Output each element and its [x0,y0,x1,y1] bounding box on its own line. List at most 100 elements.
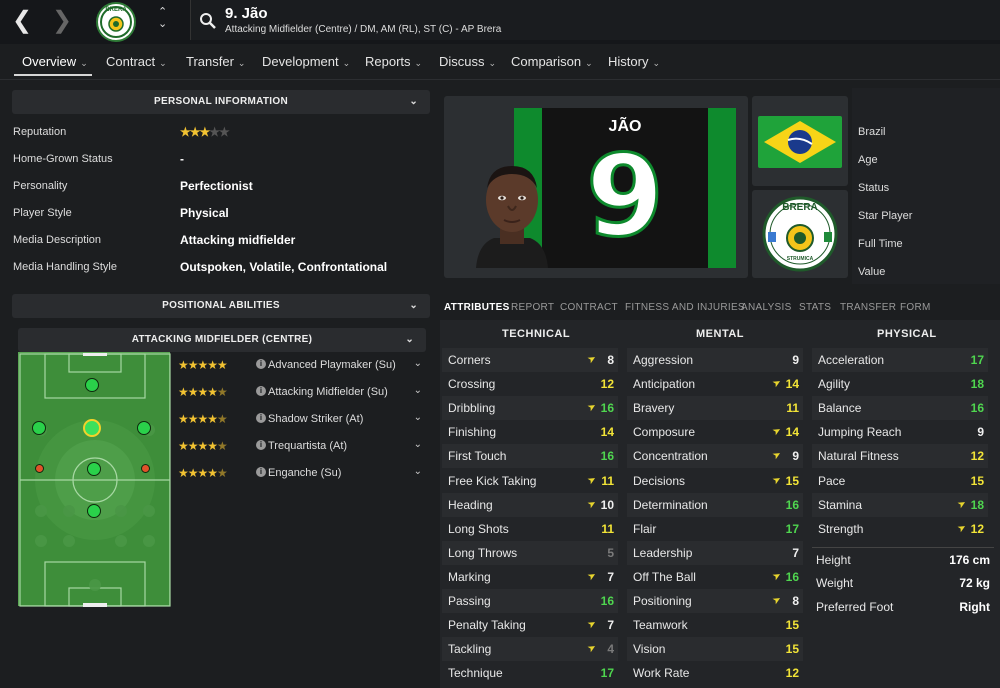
tab-transfer[interactable]: Transfer ⌄ [186,54,245,69]
role-row[interactable]: ★★★★★ i Advanced Playmaker (Su) ⌄ [176,353,426,379]
attribute-row[interactable]: Concentration ➤ 9 [627,444,803,469]
back-arrow-icon[interactable]: ❮ [12,8,32,34]
physical-detail-value: Right [959,600,990,614]
attribute-row[interactable]: Positioning ➤ 8 [627,589,803,613]
attribute-row[interactable]: Free Kick Taking ➤ 11 [442,469,618,493]
tab-history[interactable]: History ⌄ [608,54,660,69]
attribute-name: Agility [818,377,851,392]
attribute-row[interactable]: Flair 17 [627,517,803,541]
subtab-stats[interactable]: STATS [799,302,831,313]
attribute-row[interactable]: Decisions ➤ 15 [627,469,803,493]
subtab-transfer[interactable]: TRANSFER [840,302,896,313]
attribute-name: Decisions [633,473,686,488]
attribute-row[interactable]: First Touch 16 [442,444,618,469]
forward-arrow-icon[interactable]: ❯ [52,8,72,34]
attribute-value: 16 [785,569,799,584]
attribute-row[interactable]: Vision 15 [627,637,803,662]
attribute-row[interactable]: Determination 16 [627,492,803,517]
subtab-report[interactable]: REPORT [511,302,554,313]
subtab-analysis[interactable]: ANALYSIS [741,302,792,313]
info-icon[interactable]: i [256,386,266,396]
attribute-row[interactable]: Finishing 14 [442,420,618,444]
attribute-row[interactable]: Crossing 12 [442,372,618,396]
nationality-flag-panel[interactable] [752,96,848,186]
attribute-row[interactable]: Technique 17 [442,661,618,685]
info-icon[interactable]: i [256,440,266,450]
attribute-row[interactable]: Balance 16 [812,396,988,421]
chevron-down-icon[interactable]: ⌄ [414,412,422,423]
trend-arrow-icon: ➤ [585,400,599,415]
info-icon[interactable]: i [256,413,266,423]
attribute-name: Determination [633,497,708,512]
subtab-contract[interactable]: CONTRACT [560,302,618,313]
attribute-row[interactable]: Jumping Reach 9 [812,420,988,444]
info-row-personality: Personality Perfectionist [12,174,422,200]
tab-overview[interactable]: Overview ⌄ [22,54,88,69]
tab-reports[interactable]: Reports ⌄ [365,54,422,69]
chevron-down-icon[interactable]: ⌄ [409,90,418,114]
attribute-row[interactable]: Bravery 11 [627,396,803,421]
role-row[interactable]: ★★★★★ i Enganche (Su) ⌄ [176,461,426,487]
chevron-down-icon[interactable]: ⌄ [414,358,422,369]
role-row[interactable]: ★★★★★ i Shadow Striker (At) ⌄ [176,407,426,433]
tab-development[interactable]: Development ⌄ [262,54,350,69]
attribute-row[interactable]: Teamwork 15 [627,613,803,637]
role-row[interactable]: ★★★★★ i Trequartista (At) ⌄ [176,434,426,460]
attribute-value: 9 [792,449,799,464]
chevron-down-icon[interactable]: ⌄ [409,294,418,318]
attribute-row[interactable]: Tackling ➤ 4 [442,637,618,662]
attribute-row[interactable]: Natural Fitness 12 [812,444,988,469]
chevron-down-icon[interactable]: ⌄ [414,466,422,477]
up-down-icon[interactable]: ⌃ ⌄ [158,6,167,30]
top-bar: ❮ ❯ BRERA ⌃ ⌄ 9. Jão Attacking Midfielder… [0,0,1000,44]
club-badge-icon[interactable]: BRERA [96,2,136,42]
attribute-name: First Touch [448,449,507,464]
attribute-value: 10 [600,497,614,512]
attribute-row[interactable]: Penalty Taking ➤ 7 [442,613,618,637]
subtab-fitness[interactable]: FITNESS AND INJURIES [625,302,745,313]
attribute-row[interactable]: Long Shots 11 [442,517,618,541]
info-icon[interactable]: i [256,467,266,477]
attribute-row[interactable]: Off The Ball ➤ 16 [627,565,803,589]
attribute-value: 14 [600,425,614,440]
search-icon[interactable] [199,12,217,30]
attribute-row[interactable]: Marking ➤ 7 [442,565,618,589]
club-badge-panel[interactable]: BRERA STRUMICA [752,190,848,278]
chevron-down-icon[interactable]: ⌄ [414,439,422,450]
attribute-row[interactable]: Heading ➤ 10 [442,492,618,517]
attribute-row[interactable]: Aggression 9 [627,348,803,372]
attribute-row[interactable]: Agility 18 [812,372,988,396]
attribute-value: 18 [970,497,984,512]
attribute-name: Dribbling [448,401,496,416]
attribute-row[interactable]: Anticipation ➤ 14 [627,372,803,396]
chevron-down-icon[interactable]: ⌄ [414,385,422,396]
tab-label: Overview [22,54,77,69]
personal-info-header[interactable]: PERSONAL INFORMATION ⌄ [12,90,430,114]
role-row[interactable]: ★★★★★ i Attacking Midfielder (Su) ⌄ [176,380,426,406]
attribute-row[interactable]: Passing 16 [442,589,618,613]
attribute-row[interactable]: Corners ➤ 8 [442,348,618,372]
chevron-down-icon[interactable]: ⌄ [405,328,414,352]
role-name: Trequartista (At) [268,440,348,452]
info-icon[interactable]: i [256,359,266,369]
tab-contract[interactable]: Contract ⌄ [106,54,167,69]
subtab-attributes[interactable]: ATTRIBUTES [444,302,510,313]
position-selector[interactable]: ATTACKING MIDFIELDER (CENTRE) ⌄ [18,328,426,352]
positional-abilities-header[interactable]: POSITIONAL ABILITIES ⌄ [12,294,430,318]
position-dot-ml [35,464,44,473]
attribute-row[interactable]: Stamina ➤ 18 [812,492,988,517]
attribute-row[interactable]: Acceleration 17 [812,348,988,372]
attribute-row[interactable]: Dribbling ➤ 16 [442,396,618,421]
attribute-row[interactable]: Long Throws 5 [442,540,618,565]
attribute-row[interactable]: Strength ➤ 12 [812,517,988,541]
attribute-value: 7 [792,545,799,560]
attribute-name: Long Shots [448,521,509,536]
attribute-row[interactable]: Composure ➤ 14 [627,420,803,444]
attribute-name: Natural Fitness [818,449,899,464]
tab-discuss[interactable]: Discuss ⌄ [439,54,496,69]
subtab-form[interactable]: FORM [900,302,931,313]
attribute-row[interactable]: Work Rate 12 [627,661,803,685]
attribute-row[interactable]: Leadership 7 [627,540,803,565]
tab-comparison[interactable]: Comparison ⌄ [511,54,593,69]
attribute-row[interactable]: Pace 15 [812,469,988,493]
